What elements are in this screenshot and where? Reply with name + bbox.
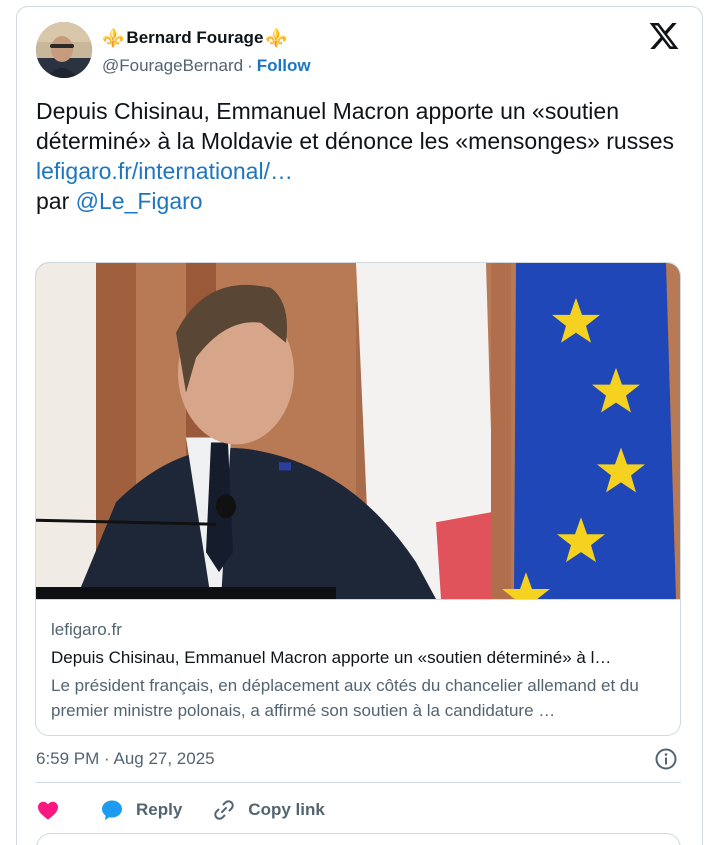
link-icon [214,800,235,820]
speech-bubble-icon [102,800,122,820]
reply-label: Reply [136,800,183,819]
tweet-text: Depuis Chisinau, Emmanuel Macron apporte… [36,96,686,216]
author-display-name[interactable]: Bernard Fourage [126,28,263,48]
avatar-photo [36,22,92,78]
read-more-button[interactable] [36,833,681,845]
par-prefix: par [36,188,70,214]
follow-button[interactable]: Follow [257,56,311,76]
fleur-de-lis-icon: ⚜️ [102,28,125,48]
copy-link-button[interactable]: Copy link [212,798,325,822]
reply-button[interactable]: Reply [100,798,182,822]
x-logo-icon[interactable] [648,20,680,52]
heart-icon [38,801,58,820]
card-domain: lefigaro.fr [51,620,122,639]
action-bar: Reply Copy link [36,795,325,825]
mention-link[interactable]: @Le_Figaro [76,188,203,214]
like-button[interactable] [36,798,64,822]
info-icon[interactable] [654,747,678,771]
divider [36,782,681,783]
avatar[interactable] [36,22,92,78]
author-handle-row: @FourageBernard · Follow [102,56,311,76]
card-title: Depuis Chisinau, Emmanuel Macron apporte… [51,648,612,667]
card-description: Le président français, en déplacement au… [51,676,639,720]
separator-dot: · [247,56,253,75]
tweet-timestamp[interactable]: 6:59 PM · Aug 27, 2025 [36,749,215,769]
author-name-row[interactable]: ⚜️ Bernard Fourage ⚜️ [102,28,288,48]
article-link[interactable]: lefigaro.fr/international/… [36,156,686,186]
article-image [36,263,680,600]
copy-link-label: Copy link [248,800,325,819]
tweet-body: Depuis Chisinau, Emmanuel Macron apporte… [36,98,674,154]
link-preview-card[interactable]: lefigaro.fr Depuis Chisinau, Emmanuel Ma… [35,262,681,736]
author-handle[interactable]: @FourageBernard [102,56,243,76]
fleur-de-lis-icon: ⚜️ [265,28,288,48]
